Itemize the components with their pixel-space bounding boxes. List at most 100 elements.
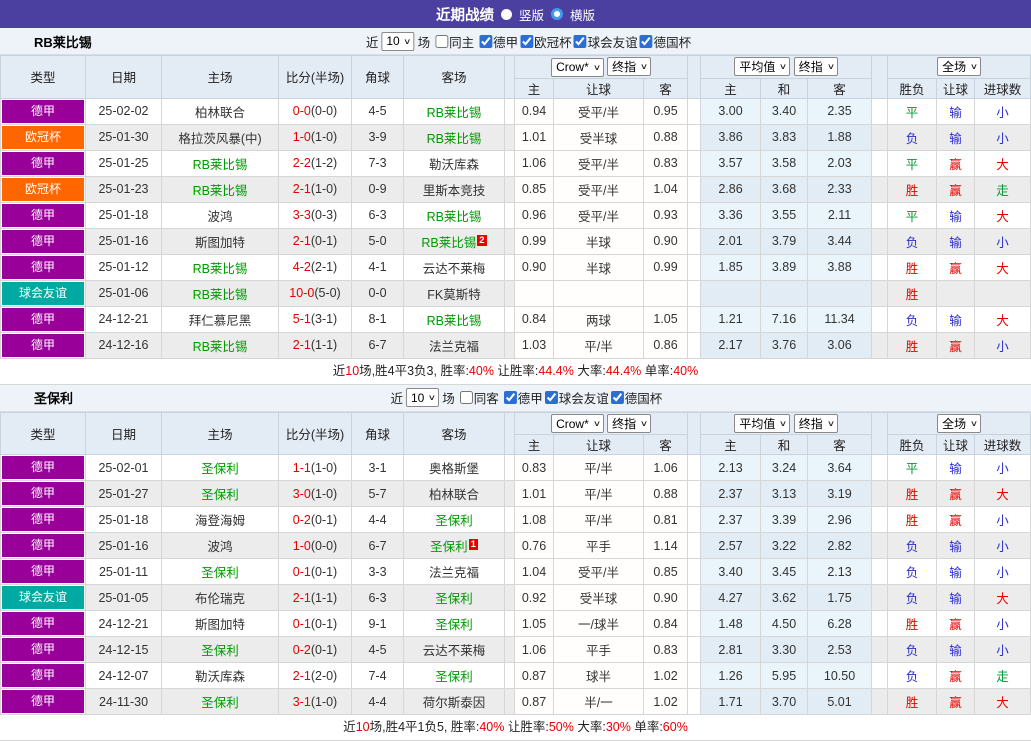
- average-select[interactable]: 平均值∨: [734, 57, 790, 76]
- home-team[interactable]: 格拉茨风暴(中): [162, 124, 279, 150]
- away-team[interactable]: 法兰克福: [404, 559, 505, 585]
- same-venue-filter[interactable]: 同客: [458, 388, 499, 407]
- separator: [872, 176, 888, 202]
- away-team[interactable]: 奥格斯堡: [404, 455, 505, 481]
- fulltime-score: 3-3: [293, 208, 311, 222]
- home-team[interactable]: 波鸿: [162, 533, 279, 559]
- match-row: 球会友谊 25-01-06 RB莱比锡 10-0(5-0) 0-0 FK莫斯特 …: [1, 280, 1031, 306]
- same-venue-filter[interactable]: 同主: [433, 32, 474, 51]
- near-label: 近: [366, 32, 379, 51]
- crow-away-odds: 0.88: [644, 481, 688, 507]
- away-team[interactable]: 荷尔斯泰因: [404, 689, 505, 715]
- away-team[interactable]: 勒沃库森: [404, 150, 505, 176]
- league-filter[interactable]: 球会友谊: [543, 388, 609, 407]
- match-date: 24-12-15: [86, 637, 162, 663]
- crow-away-odds: 1.14: [644, 533, 688, 559]
- home-team[interactable]: RB莱比锡: [162, 332, 279, 358]
- away-team[interactable]: 云达不莱梅: [404, 254, 505, 280]
- away-team[interactable]: 柏林联合: [404, 481, 505, 507]
- score-cell: 0-0(0-0): [279, 98, 352, 124]
- same-venue-checkbox[interactable]: [460, 391, 473, 404]
- home-team[interactable]: RB莱比锡: [162, 280, 279, 306]
- away-team[interactable]: 圣保利: [404, 611, 505, 637]
- league-filter[interactable]: 球会友谊: [572, 32, 638, 51]
- away-team[interactable]: RB莱比锡: [404, 98, 505, 124]
- home-team[interactable]: 圣保利: [162, 689, 279, 715]
- odds-source-select[interactable]: Crow*∨: [551, 414, 604, 433]
- league-filter[interactable]: 德国杯: [609, 388, 663, 407]
- home-team[interactable]: 拜仁慕尼黑: [162, 306, 279, 332]
- home-team[interactable]: 海登海姆: [162, 507, 279, 533]
- home-team[interactable]: 柏林联合: [162, 98, 279, 124]
- league-filter[interactable]: 欧冠杯: [518, 32, 572, 51]
- away-team[interactable]: 圣保利: [404, 663, 505, 689]
- average-select[interactable]: 平均值∨: [734, 414, 790, 433]
- away-team[interactable]: 法兰克福: [404, 332, 505, 358]
- horizontal-layout-radio[interactable]: [551, 8, 563, 20]
- league-checkbox[interactable]: [520, 35, 533, 48]
- home-team[interactable]: 圣保利: [162, 455, 279, 481]
- home-team[interactable]: 斯图加特: [162, 611, 279, 637]
- crow-away-odds: 0.86: [644, 332, 688, 358]
- league-checkbox[interactable]: [545, 391, 558, 404]
- same-venue-checkbox[interactable]: [435, 35, 448, 48]
- home-team[interactable]: 斯图加特: [162, 228, 279, 254]
- col-away: 客场: [404, 56, 505, 99]
- avg-home-odds: 3.00: [701, 98, 761, 124]
- corner-score: 7-3: [352, 150, 404, 176]
- fulltime-score: 3-0: [293, 487, 311, 501]
- league-checkbox[interactable]: [611, 391, 624, 404]
- away-team[interactable]: RB莱比锡: [404, 124, 505, 150]
- home-team[interactable]: RB莱比锡: [162, 176, 279, 202]
- away-team[interactable]: 圣保利: [404, 585, 505, 611]
- handicap-result: 赢: [937, 332, 975, 358]
- league-filter[interactable]: 德国杯: [638, 32, 692, 51]
- away-team[interactable]: FK莫斯特: [404, 280, 505, 306]
- match-count-select[interactable]: 10∨: [406, 388, 439, 407]
- league-checkbox[interactable]: [504, 391, 517, 404]
- final-odds-select-2[interactable]: 终指∨: [794, 57, 838, 76]
- away-team[interactable]: 云达不莱梅: [404, 637, 505, 663]
- crow-handicap: 半球: [554, 254, 644, 280]
- separator: [872, 585, 888, 611]
- home-team[interactable]: 圣保利: [162, 559, 279, 585]
- odds-source-select[interactable]: Crow*∨: [551, 58, 604, 77]
- league-filter[interactable]: 德甲: [477, 32, 518, 51]
- final-odds-select[interactable]: 终指∨: [607, 414, 651, 433]
- final-odds-select[interactable]: 终指∨: [607, 57, 651, 76]
- win-loss-result: 负: [888, 559, 937, 585]
- vertical-layout-radio[interactable]: [501, 9, 512, 20]
- home-team[interactable]: 圣保利: [162, 481, 279, 507]
- home-team[interactable]: RB莱比锡: [162, 254, 279, 280]
- home-team[interactable]: 勒沃库森: [162, 663, 279, 689]
- score-cell: 2-1(1-0): [279, 176, 352, 202]
- league-type-cell: 德甲: [1, 689, 86, 715]
- away-team[interactable]: RB莱比锡: [404, 306, 505, 332]
- crow-handicap: 半/一: [554, 689, 644, 715]
- home-team[interactable]: 波鸿: [162, 202, 279, 228]
- away-team[interactable]: 里斯本竞技: [404, 176, 505, 202]
- match-row: 德甲 25-02-01 圣保利 1-1(1-0) 3-1 奥格斯堡 0.83 平…: [1, 455, 1031, 481]
- away-team[interactable]: 圣保利: [404, 507, 505, 533]
- separator: [505, 412, 515, 455]
- vertical-layout-label[interactable]: 竖版: [519, 5, 544, 24]
- final-odds-select-2[interactable]: 终指∨: [794, 414, 838, 433]
- home-team[interactable]: 布伦瑞克: [162, 585, 279, 611]
- fulltime-select[interactable]: 全场∨: [937, 414, 981, 433]
- col-crow-home: 主: [515, 435, 554, 455]
- away-team[interactable]: RB莱比锡2: [404, 228, 505, 254]
- league-checkbox[interactable]: [479, 35, 492, 48]
- col-goals-result: 进球数: [975, 78, 1031, 98]
- league-filter[interactable]: 德甲: [502, 388, 543, 407]
- away-team[interactable]: RB莱比锡: [404, 202, 505, 228]
- crow-home-odds: 1.05: [515, 611, 554, 637]
- away-team[interactable]: 圣保利1: [404, 533, 505, 559]
- league-checkbox[interactable]: [574, 35, 587, 48]
- crow-handicap: 一/球半: [554, 611, 644, 637]
- home-team[interactable]: RB莱比锡: [162, 150, 279, 176]
- home-team[interactable]: 圣保利: [162, 637, 279, 663]
- horizontal-layout-label[interactable]: 横版: [570, 5, 595, 24]
- fulltime-select[interactable]: 全场∨: [937, 57, 981, 76]
- league-checkbox[interactable]: [640, 35, 653, 48]
- match-count-select[interactable]: 10∨: [381, 32, 414, 51]
